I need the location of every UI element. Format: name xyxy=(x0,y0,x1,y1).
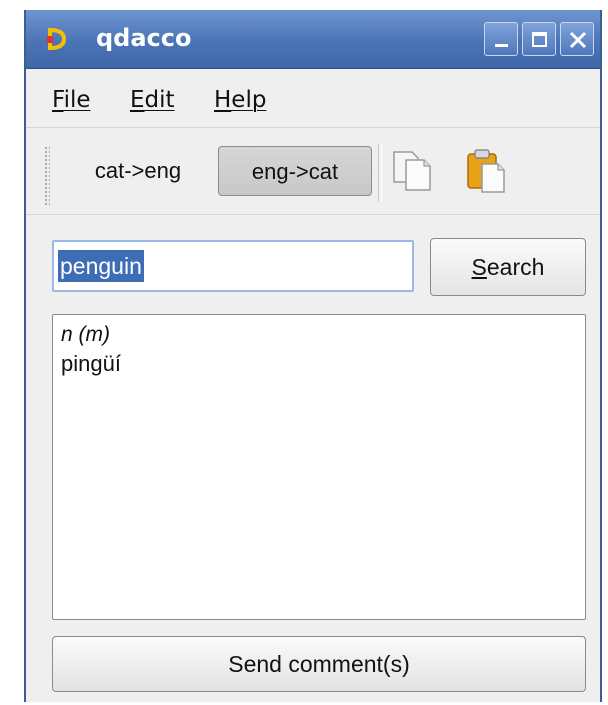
app-window: qdacco File Edit Help cat->eng eng->cat xyxy=(24,10,602,702)
close-icon xyxy=(569,31,587,49)
menu-file[interactable]: File xyxy=(52,87,91,113)
title-bar[interactable]: qdacco xyxy=(26,10,600,69)
menu-bar: File Edit Help xyxy=(26,69,600,129)
app-logo-icon xyxy=(47,28,66,50)
toolbar-grip-handle[interactable] xyxy=(44,146,50,206)
search-input-value: penguin xyxy=(58,250,144,282)
toolbar-separator xyxy=(378,144,382,202)
search-button-mnemonic: S xyxy=(471,254,487,280)
search-input[interactable]: penguin xyxy=(52,240,414,292)
maximize-button[interactable] xyxy=(522,22,556,56)
cat-to-eng-button[interactable]: cat->eng xyxy=(68,146,208,196)
close-button[interactable] xyxy=(560,22,594,56)
paste-icon[interactable] xyxy=(464,148,510,194)
part-of-speech: n (m) xyxy=(61,323,110,346)
toolbar: cat->eng eng->cat xyxy=(26,132,600,212)
menu-help[interactable]: Help xyxy=(214,87,266,113)
translation-result-area[interactable]: n (m) pingüí xyxy=(52,314,586,620)
window-title: qdacco xyxy=(96,24,192,52)
eng-to-cat-button[interactable]: eng->cat xyxy=(218,146,372,196)
minimize-button[interactable] xyxy=(484,22,518,56)
copy-icon[interactable] xyxy=(390,148,436,194)
search-button[interactable]: Search xyxy=(430,238,586,296)
toolbar-separator-line xyxy=(26,214,600,215)
menu-separator xyxy=(26,127,600,128)
maximize-icon xyxy=(532,32,547,47)
send-comments-button[interactable]: Send comment(s) xyxy=(52,636,586,692)
search-button-label: earch xyxy=(486,254,545,280)
menu-edit[interactable]: Edit xyxy=(130,87,175,113)
minimize-icon xyxy=(495,44,508,47)
translation-text: pingüí xyxy=(61,351,121,376)
